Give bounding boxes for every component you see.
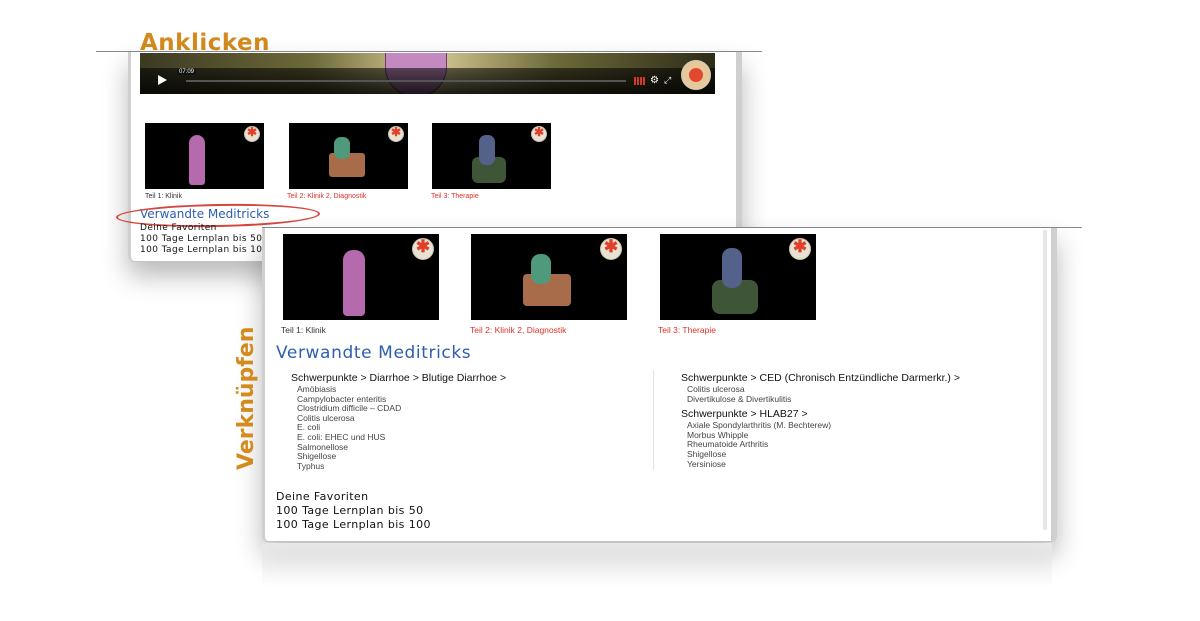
play-icon[interactable] <box>158 75 167 85</box>
figure-woman-pink <box>189 135 205 185</box>
meditricks-badge-icon <box>244 125 260 142</box>
topic-item[interactable]: Divertikulose & Divertikulitis <box>687 394 960 405</box>
figure-woman-sitting <box>531 254 551 284</box>
thumbnail-part-2-large[interactable] <box>471 234 627 320</box>
thumbnail-caption-3-large[interactable]: Teil 3: Therapie <box>658 325 716 335</box>
meditricks-badge-icon <box>412 237 434 260</box>
figure-woman-sitting <box>334 137 350 159</box>
topic-item[interactable]: Rheumatoide Arthritis <box>687 440 960 450</box>
panel-reflection <box>262 543 1052 588</box>
topic-item[interactable]: Shigellose <box>687 449 960 460</box>
figure-woman-blue <box>479 135 495 165</box>
plan-link-100[interactable]: 100 Tage Lernplan bis 100 <box>276 518 431 532</box>
meditricks-badge-icon <box>531 125 547 142</box>
thumbnail-caption-2-large[interactable]: Teil 2: Klinik 2, Diagnostik <box>470 325 566 335</box>
thumbnail-part-3-large[interactable] <box>660 234 816 320</box>
video-time-badge: 07:09 <box>177 69 197 75</box>
plan-link-50[interactable]: 100 Tage Lernplan bis 50 <box>276 504 431 518</box>
related-column-left: Schwerpunkte > Diarrhoe > Blutige Diarrh… <box>291 372 506 475</box>
plan-link-favorites[interactable]: Deine Favoriten <box>140 223 269 234</box>
plan-list-top: Deine Favoriten 100 Tage Lernplan bis 50… <box>140 223 269 256</box>
fullscreen-icon[interactable]: ⤢ <box>664 75 671 86</box>
thumbnail-part-1[interactable] <box>145 123 264 189</box>
meditricks-badge-icon <box>600 237 622 260</box>
topic-heading[interactable]: Schwerpunkte > CED (Chronisch Entzündlic… <box>681 372 960 384</box>
video-player[interactable] <box>140 53 715 94</box>
topic-item[interactable]: Yersiniose <box>687 459 960 470</box>
thumbnail-part-3[interactable] <box>432 123 551 189</box>
topic-item[interactable]: Colitis ulcerosa <box>297 413 506 424</box>
thumbnail-caption-1-large: Teil 1: Klinik <box>281 325 326 335</box>
plan-link-favorites[interactable]: Deine Favoriten <box>276 490 431 504</box>
thumbnail-part-2[interactable] <box>289 123 408 189</box>
topic-list: Colitis ulcerosa Divertikulose & Diverti… <box>681 384 960 405</box>
topic-list: Axiale Spondylarthritis (M. Bechterew) M… <box>681 421 960 469</box>
thumbnail-caption-3[interactable]: Teil 3: Therapie <box>431 193 479 200</box>
thumbnail-caption-2[interactable]: Teil 2: Klinik 2, Diagnostik <box>287 193 366 200</box>
gear-icon[interactable]: ⚙ <box>650 75 659 86</box>
plan-link-50[interactable]: 100 Tage Lernplan bis 50 <box>140 234 269 245</box>
figure-woman-blue <box>722 248 742 288</box>
meditricks-badge-icon <box>388 125 404 142</box>
plan-list-front: Deine Favoriten 100 Tage Lernplan bis 50… <box>276 490 431 532</box>
thumbnail-part-1-large[interactable] <box>283 234 439 320</box>
related-column-right: Schwerpunkte > CED (Chronisch Entzündlic… <box>681 372 960 473</box>
meditricks-logo-icon <box>681 60 711 90</box>
topic-heading[interactable]: Schwerpunkte > HLAB27 > <box>681 408 960 420</box>
annotation-verknuepfen: Verknüpfen <box>234 326 259 470</box>
thumbnail-caption-1: Teil 1: Klinik <box>145 193 182 200</box>
related-meditricks-heading: Verwandte Meditricks <box>276 343 472 363</box>
figure-woman-pink <box>343 250 365 316</box>
topic-list: Amöbiasis Campylobacter enteritis Clostr… <box>291 384 506 472</box>
plan-link-100[interactable]: 100 Tage Lernplan bis 100 <box>140 245 269 256</box>
topic-item[interactable]: Typhus <box>297 461 506 472</box>
video-progress-bar[interactable] <box>186 80 626 82</box>
scrollbar[interactable] <box>1043 230 1047 530</box>
meditricks-badge-icon <box>789 237 811 260</box>
volume-icon[interactable] <box>634 77 646 85</box>
topic-item[interactable]: Shigellose <box>297 452 506 462</box>
topic-heading[interactable]: Schwerpunkte > Diarrhoe > Blutige Diarrh… <box>291 372 506 384</box>
column-divider <box>653 370 654 470</box>
